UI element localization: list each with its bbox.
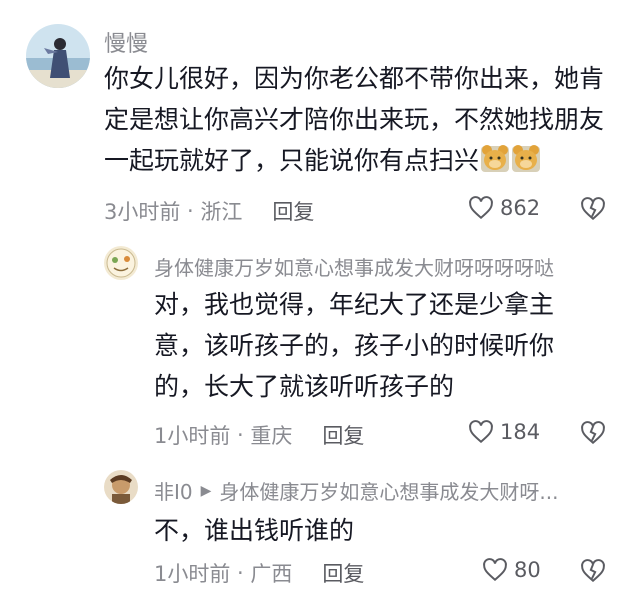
bear-emoji: [481, 145, 510, 172]
avatar-image: [104, 470, 138, 504]
reply-item: 身体健康万岁如意心想事成发大财呀呀呀呀哒 对，我也觉得，年纪大了还是少拿主意，该…: [0, 232, 640, 454]
comment-meta: 1小时前 · 重庆 回复: [154, 420, 364, 450]
reply-to-username[interactable]: 身体健康万岁如意心想事成发大财呀...: [219, 476, 558, 505]
broken-heart-icon: [581, 421, 605, 445]
meta-separator: ·: [230, 423, 251, 447]
timestamp: 3小时前: [104, 200, 181, 224]
avatar[interactable]: [104, 470, 138, 504]
username[interactable]: 慢慢: [104, 26, 148, 58]
heart-outline-icon: [483, 558, 507, 582]
like-button[interactable]: 80: [482, 557, 541, 583]
comment-text[interactable]: 对，我也觉得，年纪大了还是少拿主意，该听孩子的，孩子小的时候听你的，长大了就该听…: [154, 284, 594, 407]
avatar[interactable]: [26, 24, 90, 88]
heart-outline-icon: [469, 420, 493, 444]
like-button[interactable]: 862: [468, 195, 540, 221]
reply-button[interactable]: 回复: [272, 196, 314, 226]
avatar[interactable]: [104, 246, 138, 280]
location: 重庆: [250, 424, 293, 448]
like-button[interactable]: 184: [468, 419, 540, 445]
location: 广西: [250, 562, 293, 586]
dislike-button[interactable]: [580, 196, 606, 222]
timestamp: 1小时前: [154, 424, 231, 448]
avatar-image: [104, 246, 138, 280]
reply-button[interactable]: 回复: [322, 558, 364, 588]
comment-meta: 1小时前 · 广西 回复: [154, 558, 364, 588]
comment-text[interactable]: 不，谁出钱听谁的: [154, 510, 594, 551]
like-count: 80: [514, 558, 541, 582]
heart-outline-icon: [469, 196, 493, 220]
comment-item: 慢慢 你女儿很好，因为你老公都不带你出来，她肯定是想让你高兴才陪你出来玩，不然她…: [0, 0, 640, 232]
broken-heart-icon: [581, 197, 605, 221]
dislike-button[interactable]: [580, 420, 606, 446]
dislike-button[interactable]: [580, 558, 606, 584]
like-count: 184: [500, 420, 541, 444]
reply-item: 非I0 ▶ 身体健康万岁如意心想事成发大财呀... 不，谁出钱听谁的 1小时前 …: [0, 454, 640, 602]
avatar-image: [26, 24, 90, 88]
broken-heart-icon: [581, 559, 605, 583]
reply-button[interactable]: 回复: [322, 420, 364, 450]
like-count: 862: [500, 196, 541, 220]
location: 浙江: [200, 200, 243, 224]
comment-meta: 3小时前 · 浙江 回复: [104, 196, 314, 226]
comment-text[interactable]: 你女儿很好，因为你老公都不带你出来，她肯定是想让你高兴才陪你出来玩，不然她找朋友…: [104, 58, 604, 181]
play-arrow-icon: ▶: [200, 482, 212, 499]
reply-header: 非I0 ▶ 身体健康万岁如意心想事成发大财呀...: [154, 476, 558, 505]
username[interactable]: 非I0: [154, 476, 193, 505]
meta-separator: ·: [180, 199, 201, 223]
timestamp: 1小时前: [154, 562, 231, 586]
bear-emoji: [512, 145, 541, 172]
username[interactable]: 身体健康万岁如意心想事成发大财呀呀呀呀哒: [154, 252, 554, 281]
meta-separator: ·: [230, 561, 251, 585]
